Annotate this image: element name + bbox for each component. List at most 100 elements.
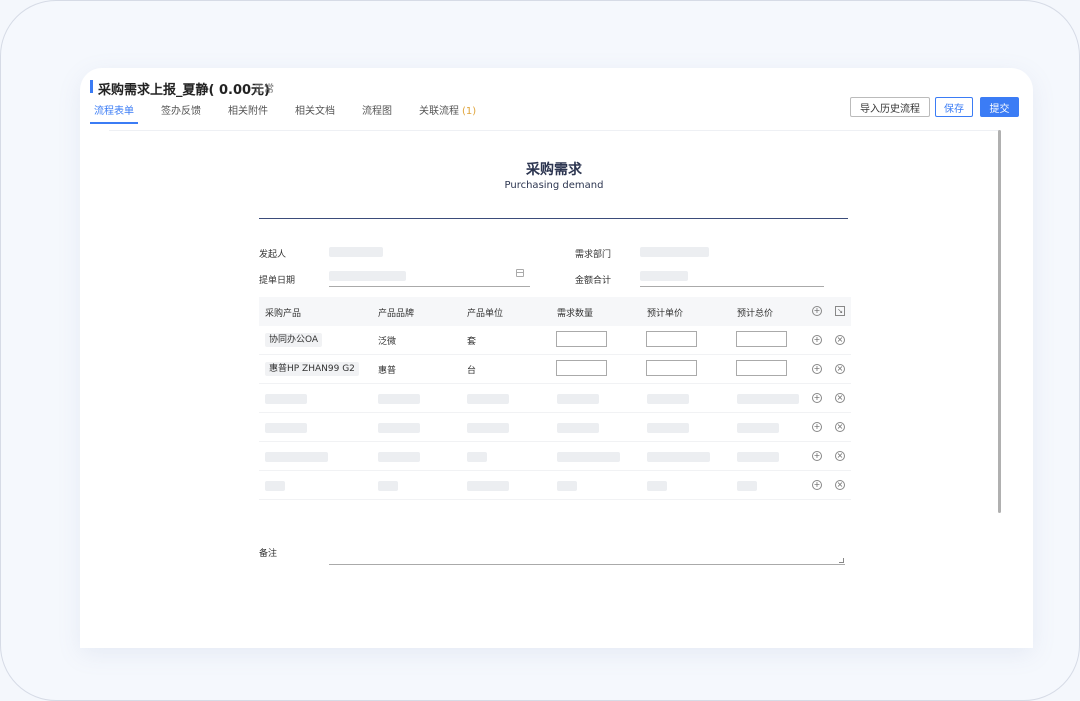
table-row: + × (259, 471, 851, 500)
tab-label: 流程图 (362, 106, 392, 117)
placeholder-cell (737, 394, 799, 404)
column-header: 预计单价 (647, 309, 684, 319)
table-row: 协同办公OA 泛微 套 + × (259, 326, 851, 355)
date-label: 提单日期 (259, 276, 296, 286)
tab-documents[interactable]: 相关文档 (295, 102, 335, 124)
remove-row-icon[interactable]: × (835, 422, 845, 432)
column-header: 预计总价 (737, 309, 774, 319)
placeholder-cell (265, 423, 307, 433)
resize-handle-icon[interactable] (839, 558, 844, 563)
department-value (640, 247, 709, 257)
page-title: 采购需求上报_夏静( 0.00元) (98, 83, 270, 98)
submit-button[interactable]: 提交 (980, 97, 1019, 117)
product-tag[interactable]: 惠普HP ZHAN99 G2 (265, 362, 359, 376)
column-header: 产品品牌 (378, 309, 415, 319)
column-header: 需求数量 (557, 309, 594, 319)
tab-bar: 流程表单 签办反馈 相关附件 相关文档 流程图 关联流程 (1) (90, 102, 503, 124)
placeholder-cell (378, 452, 420, 462)
placeholder-cell (378, 481, 398, 491)
placeholder-cell (557, 452, 620, 462)
brand-cell: 泛微 (378, 337, 397, 347)
remove-row-icon[interactable]: × (835, 364, 845, 374)
placeholder-cell (265, 481, 285, 491)
tab-count: (1) (462, 106, 477, 117)
placeholder-cell (467, 452, 487, 462)
add-row-icon[interactable]: + (812, 480, 822, 490)
initiator-value (329, 247, 383, 257)
form-title: 采购需求 (526, 162, 582, 178)
total-label: 金额合计 (575, 276, 612, 286)
placeholder-cell (467, 394, 509, 404)
total-price-input[interactable] (736, 360, 787, 376)
app-window: 采购需求上报_夏静( 0.00元) 正常 流程表单 签办反馈 相关附件 相关文档… (80, 68, 1033, 648)
tab-related-flows[interactable]: 关联流程 (1) (419, 102, 476, 124)
product-tag[interactable]: 协同办公OA (265, 333, 323, 347)
date-input-line[interactable] (329, 286, 530, 287)
title-divider (259, 218, 848, 219)
placeholder-cell (265, 452, 328, 462)
tab-label: 签办反馈 (161, 106, 201, 117)
quantity-input[interactable] (556, 360, 607, 376)
total-value (640, 271, 688, 281)
table-row: 惠普HP ZHAN99 G2 惠普 台 + × (259, 355, 851, 384)
placeholder-cell (647, 423, 689, 433)
date-value (329, 271, 406, 281)
tab-feedback[interactable]: 签办反馈 (161, 102, 201, 124)
placeholder-cell (378, 394, 420, 404)
form-panel: 采购需求 Purchasing demand 发起人 需求部门 提单日期 金额合… (109, 130, 999, 631)
unit-price-input[interactable] (646, 360, 697, 376)
quantity-input[interactable] (556, 331, 607, 347)
save-button[interactable]: 保存 (935, 97, 973, 117)
add-row-icon[interactable]: + (812, 451, 822, 461)
remove-row-icon[interactable]: × (835, 451, 845, 461)
placeholder-cell (647, 481, 667, 491)
add-row-icon[interactable]: + (812, 393, 822, 403)
placeholder-cell (647, 452, 710, 462)
remove-row-icon[interactable]: × (835, 335, 845, 345)
unit-cell: 台 (467, 366, 477, 376)
table-row: + × (259, 413, 851, 442)
placeholder-cell (378, 423, 420, 433)
placeholder-cell (737, 452, 779, 462)
import-history-button[interactable]: 导入历史流程 (850, 97, 930, 117)
title-accent-bar (90, 80, 93, 93)
remove-row-icon[interactable]: × (835, 393, 845, 403)
total-input-line (640, 286, 824, 287)
calendar-icon[interactable] (516, 269, 524, 277)
placeholder-cell (737, 423, 779, 433)
add-row-icon[interactable]: + (812, 364, 822, 374)
tab-label: 关联流程 (419, 106, 459, 117)
form-subtitle: Purchasing demand (504, 180, 604, 191)
initiator-label: 发起人 (259, 250, 287, 260)
department-label: 需求部门 (575, 250, 612, 260)
remarks-textarea[interactable] (329, 533, 845, 565)
add-row-icon[interactable]: + (812, 422, 822, 432)
placeholder-cell (557, 423, 599, 433)
placeholder-cell (467, 423, 509, 433)
unit-cell: 套 (467, 337, 477, 347)
table-header: 采购产品 产品品牌 产品单位 需求数量 预计单价 预计总价 + ↘ (259, 297, 851, 326)
table-row: + × (259, 384, 851, 413)
tab-flowchart[interactable]: 流程图 (362, 102, 392, 124)
status-badge: 正常 (254, 84, 274, 95)
placeholder-cell (557, 481, 577, 491)
table-row: + × (259, 442, 851, 471)
unit-price-input[interactable] (646, 331, 697, 347)
add-row-icon[interactable]: + (812, 335, 822, 345)
tab-label: 相关文档 (295, 106, 335, 117)
total-price-input[interactable] (736, 331, 787, 347)
placeholder-cell (737, 481, 757, 491)
placeholder-cell (467, 481, 509, 491)
tab-label: 流程表单 (94, 106, 134, 117)
brand-cell: 惠普 (378, 366, 397, 376)
export-icon[interactable]: ↘ (835, 306, 845, 316)
add-row-icon[interactable]: + (812, 306, 822, 316)
column-header: 产品单位 (467, 309, 504, 319)
tab-form[interactable]: 流程表单 (90, 102, 138, 124)
header: 采购需求上报_夏静( 0.00元) 正常 流程表单 签办反馈 相关附件 相关文档… (80, 68, 1033, 124)
placeholder-cell (557, 394, 599, 404)
remove-row-icon[interactable]: × (835, 480, 845, 490)
tab-attachments[interactable]: 相关附件 (228, 102, 268, 124)
remarks-label: 备注 (259, 549, 278, 559)
vertical-scrollbar[interactable] (998, 130, 1001, 513)
